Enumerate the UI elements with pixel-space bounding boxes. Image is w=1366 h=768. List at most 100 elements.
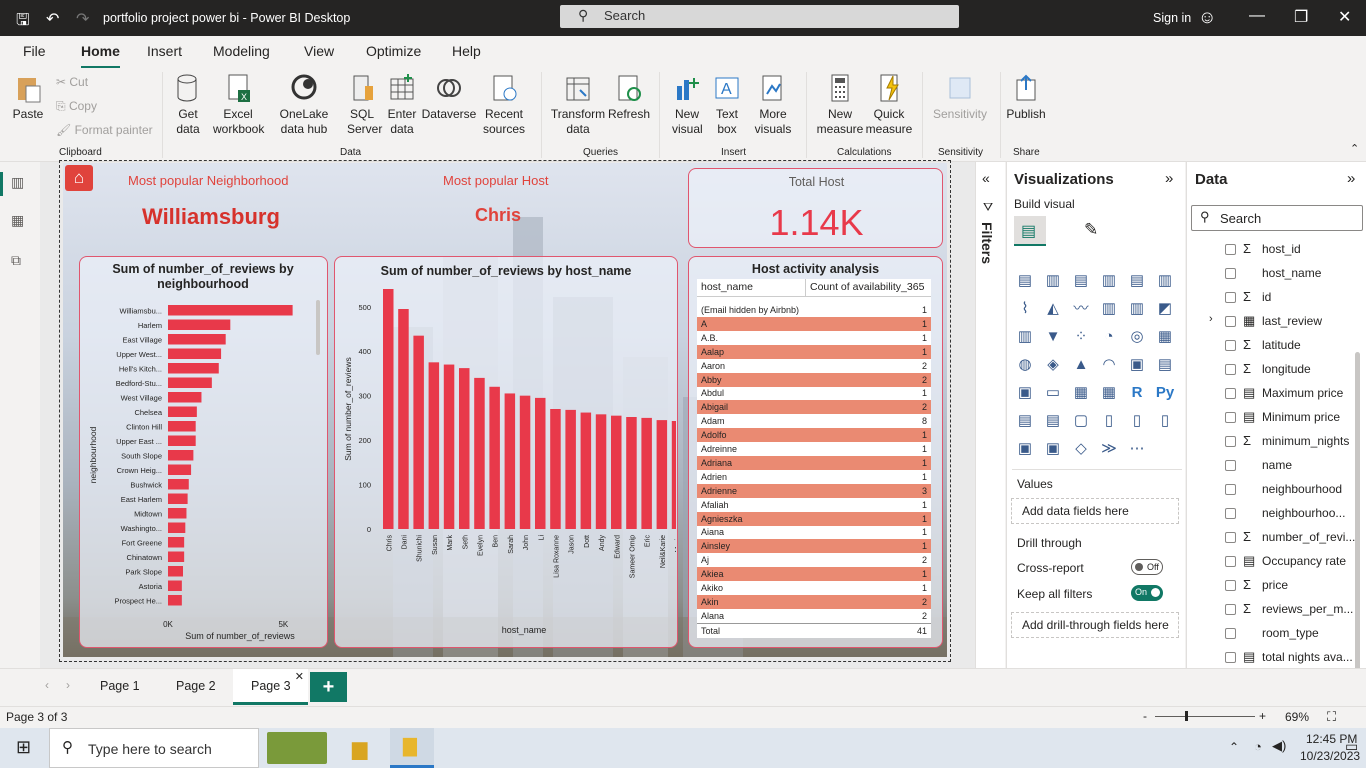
data-field-row[interactable]: ▤ Minimum price: [1225, 407, 1355, 429]
collapse-viz-icon[interactable]: »: [1165, 170, 1173, 187]
account-icon[interactable]: ☺: [1198, 7, 1216, 28]
get-data-button[interactable]: Get data: [168, 72, 208, 137]
slicer-icon[interactable]: ▭: [1043, 383, 1063, 403]
text-box-button[interactable]: A Text box: [710, 72, 744, 137]
table-row[interactable]: Abdul 1: [697, 386, 931, 400]
data-field-row[interactable]: neighbourhood: [1225, 479, 1355, 501]
waterfall-icon[interactable]: ▥: [1015, 327, 1035, 347]
table-row[interactable]: Aaron 2: [697, 359, 931, 373]
taskbar-search-input[interactable]: ⚲ Type here to search: [49, 728, 259, 768]
format-painter-button[interactable]: 🖌 Format painter: [56, 123, 153, 137]
field-checkbox[interactable]: [1225, 268, 1236, 279]
arcgis-icon[interactable]: ≫: [1099, 439, 1119, 459]
field-checkbox[interactable]: [1225, 292, 1236, 303]
search-highlight-icon[interactable]: [267, 732, 327, 764]
data-field-row[interactable]: Σprice: [1225, 575, 1355, 597]
ribbon-icon[interactable]: ◩: [1155, 299, 1175, 319]
new-visual-button[interactable]: New visual: [668, 72, 706, 137]
undo-icon[interactable]: ↶: [46, 9, 59, 29]
table-row[interactable]: (Email hidden by Airbnb) 1: [697, 303, 931, 317]
col-header-host-name[interactable]: host_name: [697, 279, 805, 297]
power-apps-icon[interactable]: ▣: [1015, 439, 1035, 459]
notifications-icon[interactable]: ▭: [1345, 738, 1358, 755]
fit-to-page-icon[interactable]: ⛶: [1327, 709, 1336, 725]
expand-filters-icon[interactable]: «: [982, 170, 990, 186]
field-checkbox[interactable]: [1225, 436, 1236, 447]
table-row[interactable]: Adolfo 1: [697, 428, 931, 443]
gauge-icon[interactable]: ◠: [1099, 355, 1119, 375]
data-field-row[interactable]: room_type: [1225, 623, 1355, 645]
volume-icon[interactable]: ◀): [1272, 738, 1286, 754]
matrix-icon[interactable]: ▦: [1099, 383, 1119, 403]
more-visuals-button[interactable]: More visuals: [746, 72, 800, 137]
data-field-row[interactable]: Σlongitude: [1225, 359, 1355, 381]
close-icon[interactable]: ✕: [1338, 7, 1351, 27]
narrative-icon[interactable]: ▯: [1099, 411, 1119, 431]
data-pane-scrollbar[interactable]: [1355, 352, 1360, 692]
map-icon[interactable]: ◍: [1015, 355, 1035, 375]
sign-in-link[interactable]: Sign in: [1153, 11, 1191, 25]
menu-help[interactable]: Help: [452, 43, 481, 59]
sql-server-button[interactable]: SQL Server: [343, 72, 382, 137]
table-row[interactable]: Akin 2: [697, 594, 931, 609]
stacked-column-icon[interactable]: ▥: [1043, 271, 1063, 291]
field-checkbox[interactable]: [1225, 484, 1236, 495]
stacked-area-icon[interactable]: 〰: [1071, 299, 1091, 319]
collapse-data-icon[interactable]: »: [1347, 170, 1355, 187]
data-field-row[interactable]: Σminimum_nights: [1225, 431, 1355, 453]
pie-icon[interactable]: ◔: [1099, 327, 1119, 347]
table-view-icon[interactable]: ▦: [11, 212, 29, 228]
zoom-in-icon[interactable]: +: [1259, 709, 1266, 723]
data-field-row[interactable]: neighbourhoo...: [1225, 503, 1355, 525]
field-checkbox[interactable]: [1225, 244, 1236, 255]
close-tab-icon[interactable]: ✕: [295, 670, 304, 683]
keep-all-filters-toggle[interactable]: On: [1131, 585, 1163, 601]
table-row[interactable]: Adreinne 1: [697, 442, 931, 456]
field-checkbox[interactable]: [1225, 508, 1236, 519]
table-row[interactable]: Ainsley 1: [697, 539, 931, 554]
line-column-icon[interactable]: ▥: [1099, 299, 1119, 319]
kpi-icon[interactable]: ▣: [1015, 383, 1035, 403]
donut-icon[interactable]: ◎: [1127, 327, 1147, 347]
power-automate-icon[interactable]: ▣: [1043, 439, 1063, 459]
azure-map-icon[interactable]: ▲: [1071, 355, 1091, 375]
tab-page-3-active[interactable]: Page 3 ✕: [233, 669, 308, 705]
data-field-row[interactable]: host_name: [1225, 263, 1355, 285]
decomposition-tree-icon[interactable]: ▤: [1043, 411, 1063, 431]
next-page-icon[interactable]: ›: [66, 678, 70, 692]
format-visual-icon[interactable]: ✎: [1084, 220, 1098, 240]
field-checkbox[interactable]: [1225, 316, 1236, 327]
100-column-icon[interactable]: ▥: [1155, 271, 1175, 291]
tab-page-1[interactable]: Page 1: [100, 679, 140, 693]
total-host-card[interactable]: Total Host 1.14K: [688, 168, 943, 248]
redo-icon[interactable]: ↷: [76, 9, 89, 29]
area-icon[interactable]: ◭: [1043, 299, 1063, 319]
menu-insert[interactable]: Insert: [147, 43, 182, 59]
field-checkbox[interactable]: [1225, 412, 1236, 423]
paginated-icon[interactable]: ▯: [1127, 411, 1147, 431]
python-visual-icon[interactable]: Py: [1155, 383, 1175, 403]
field-checkbox[interactable]: [1225, 388, 1236, 399]
table-row[interactable]: Aj 2: [697, 553, 931, 567]
refresh-button[interactable]: Refresh: [608, 72, 650, 122]
table-row[interactable]: Alana 2: [697, 609, 931, 623]
data-search-input[interactable]: ⚲ Search: [1191, 205, 1363, 231]
table-row[interactable]: Aalap 1: [697, 344, 931, 359]
restore-icon[interactable]: ❐: [1294, 7, 1308, 27]
field-checkbox[interactable]: [1225, 460, 1236, 471]
data-field-row[interactable]: name: [1225, 455, 1355, 477]
menu-home[interactable]: Home: [81, 43, 120, 69]
field-checkbox[interactable]: [1225, 532, 1236, 543]
field-checkbox[interactable]: [1225, 628, 1236, 639]
enter-data-button[interactable]: Enter data: [384, 72, 420, 137]
drill-through-drop-zone[interactable]: Add drill-through fields here: [1011, 612, 1179, 638]
collapse-ribbon-icon[interactable]: ⌃: [1350, 142, 1359, 155]
filled-map-icon[interactable]: ◈: [1043, 355, 1063, 375]
onelake-button[interactable]: OneLake data hub: [266, 72, 342, 137]
scatter-icon[interactable]: ⁘: [1071, 327, 1091, 347]
data-field-row[interactable]: ▤ total nights ava...: [1225, 647, 1355, 669]
prev-page-icon[interactable]: ‹: [45, 678, 49, 692]
build-visual-tab[interactable]: ▤: [1014, 216, 1046, 246]
zoom-out-icon[interactable]: -: [1143, 709, 1147, 723]
table-row[interactable]: Adrienne 3: [697, 483, 931, 498]
